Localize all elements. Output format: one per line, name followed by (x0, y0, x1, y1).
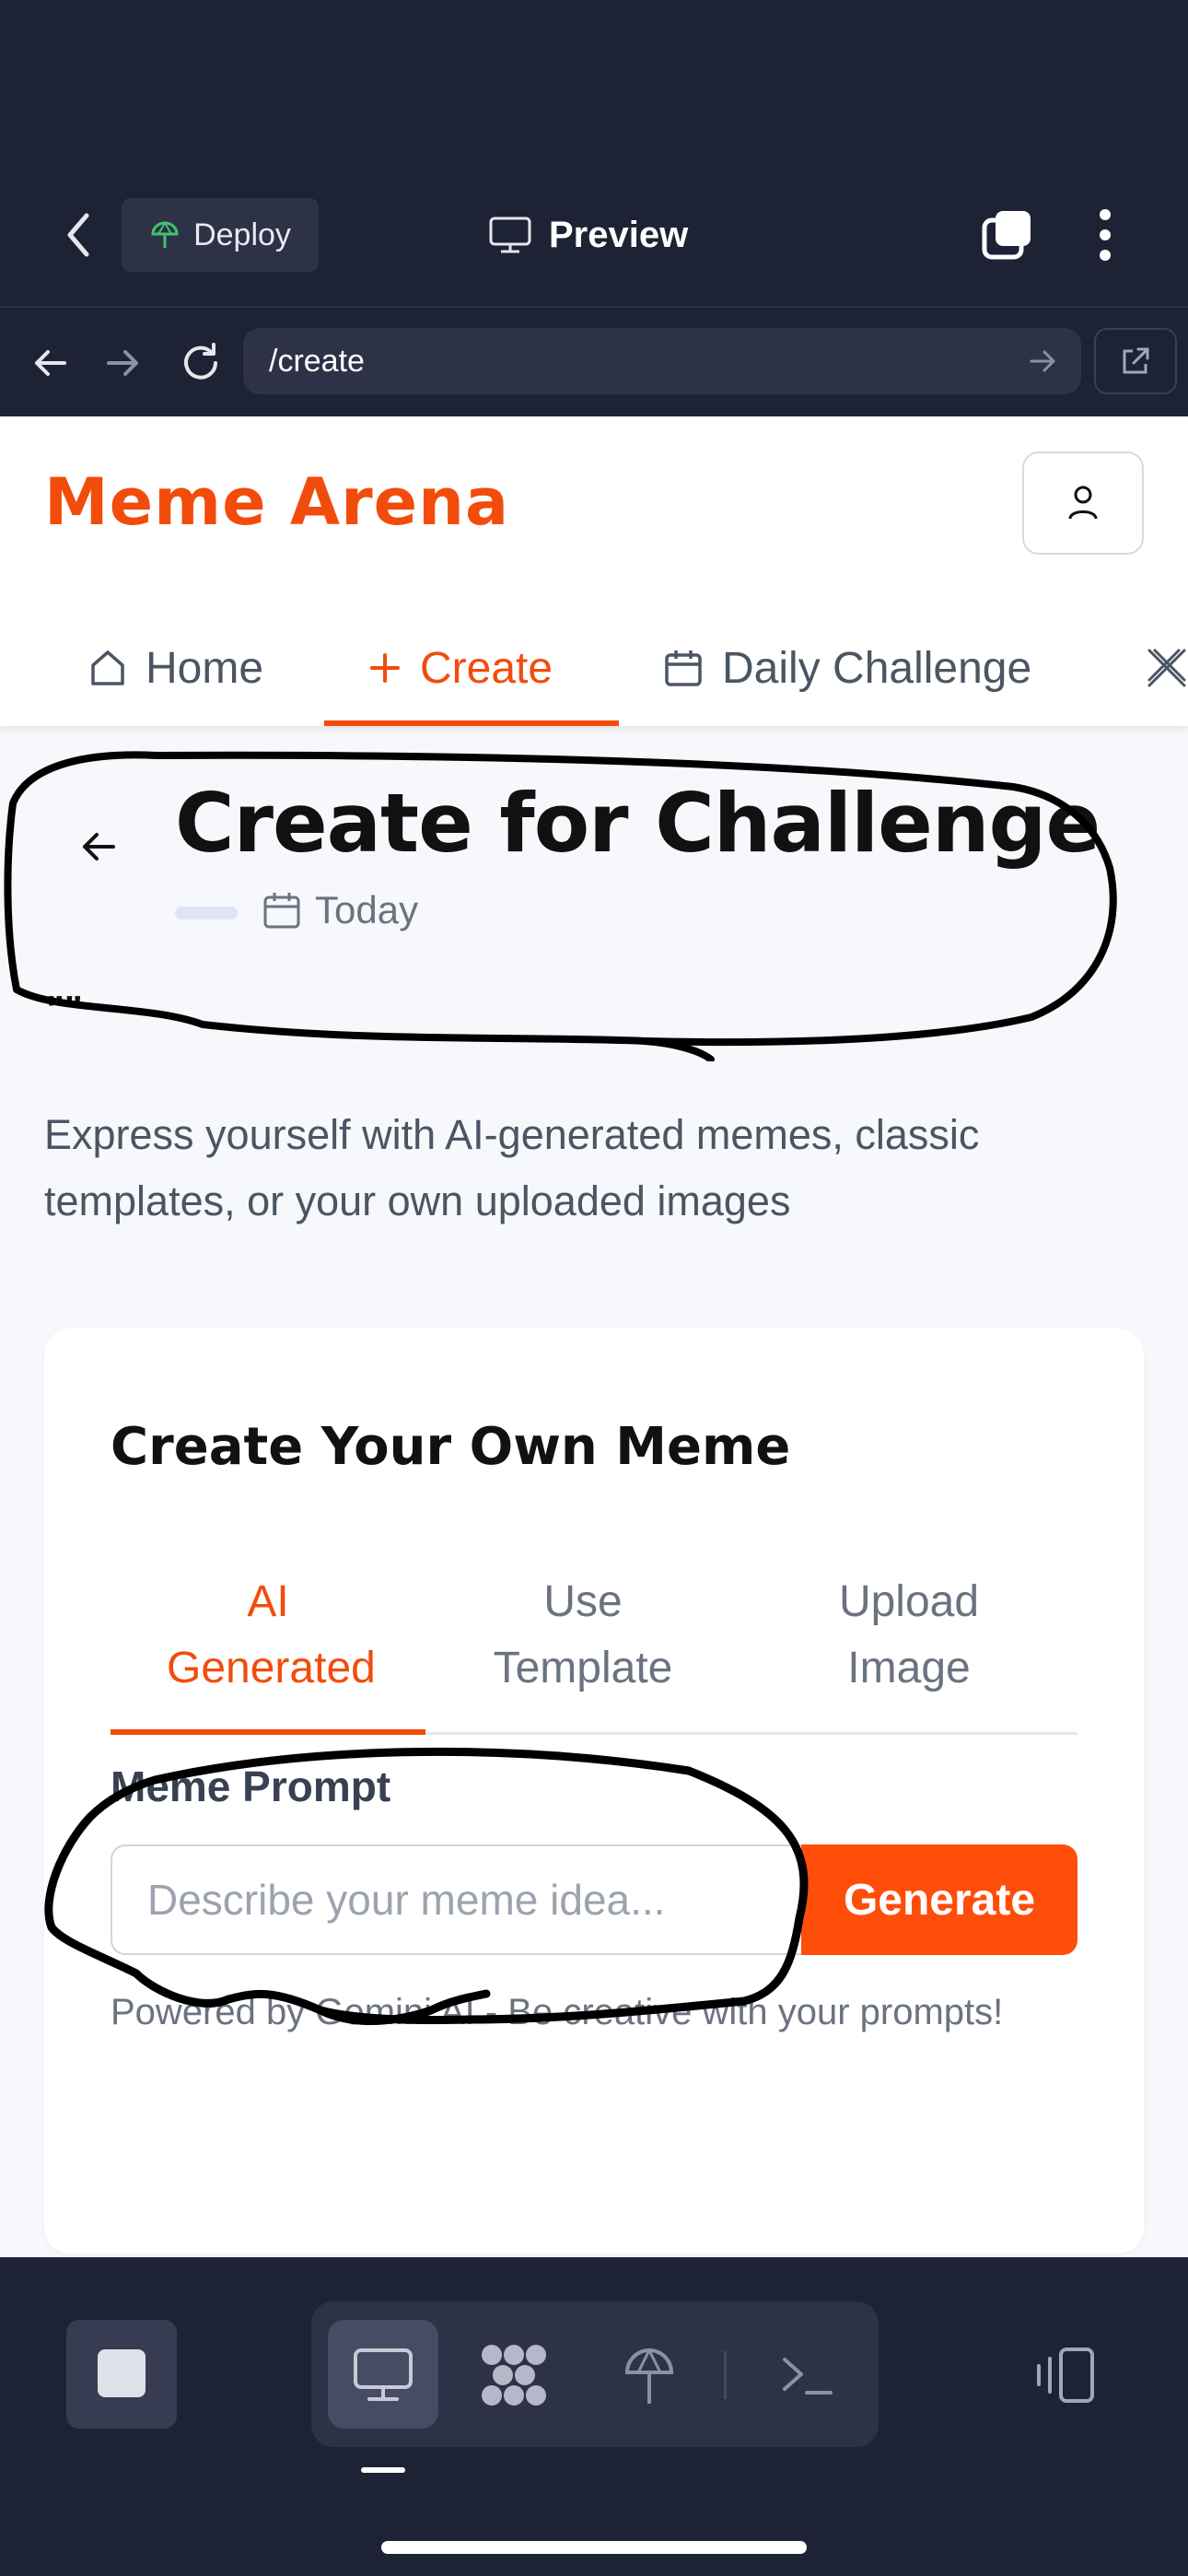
tab-home[interactable]: Home (88, 610, 263, 726)
active-view-indicator (361, 2467, 405, 2473)
tab-ai-generated-label: AI Generated (167, 1577, 376, 1692)
url-field[interactable]: /create (243, 328, 1081, 394)
back-chevron-icon[interactable] (55, 205, 101, 265)
stop-icon (98, 2349, 146, 2397)
tab-home-label: Home (146, 643, 264, 693)
tab-use-template-label: Use Template (493, 1577, 673, 1692)
preview-title: Preview (488, 203, 688, 267)
generate-button[interactable]: Generate (801, 1844, 1077, 1955)
more-vertical-icon[interactable] (1077, 203, 1133, 267)
tabs-icon[interactable] (974, 203, 1039, 267)
tab-create[interactable]: Create (368, 610, 553, 726)
deploy-button[interactable]: Deploy (122, 198, 319, 272)
desktop-icon (346, 2346, 420, 2405)
tab-use-template[interactable]: Use Template (425, 1539, 740, 1732)
apps-icon[interactable] (475, 2342, 553, 2408)
user-icon (1067, 485, 1099, 521)
reload-icon[interactable] (171, 334, 230, 392)
close-icon[interactable] (1146, 636, 1188, 700)
devices-icon[interactable] (1030, 2340, 1100, 2410)
tab-upload-image-label: Upload Image (838, 1577, 980, 1692)
user-menu-button[interactable] (1022, 451, 1144, 555)
web-page: Meme Arena Home Create Daily Challenge C… (0, 416, 1188, 2257)
terminal-icon[interactable] (770, 2346, 844, 2405)
plus-icon (368, 651, 402, 685)
arrow-right-icon[interactable] (96, 335, 151, 391)
deploy-label: Deploy (193, 217, 291, 252)
annotation-scribble-heading (4, 751, 1117, 1061)
active-tab-indicator (324, 720, 619, 726)
brand-logo[interactable]: Meme Arena (44, 464, 509, 540)
home-icon (88, 649, 127, 687)
go-arrow-icon[interactable] (1022, 345, 1065, 378)
arrow-left-icon[interactable] (22, 335, 77, 391)
deploy-icon (149, 219, 181, 251)
calendar-icon (663, 648, 704, 688)
deploy-icon[interactable] (615, 2340, 683, 2410)
active-mode-indicator (111, 1729, 425, 1735)
preview-label: Preview (549, 214, 689, 255)
external-link-icon (1120, 345, 1151, 377)
tab-daily-challenge[interactable]: Daily Challenge (663, 610, 1031, 726)
open-external-button[interactable] (1094, 328, 1177, 394)
toolbar-divider (724, 2351, 727, 2399)
page-description: Express yourself with AI-generated memes… (44, 1111, 980, 1224)
create-meme-card: Create Your Own Meme AI Generated Use Te… (44, 1329, 1144, 2254)
tab-daily-challenge-label: Daily Challenge (722, 643, 1032, 693)
url-text: /create (269, 343, 365, 379)
tab-ai-generated[interactable]: AI Generated (111, 1539, 425, 1732)
tab-create-label: Create (420, 643, 553, 693)
monitor-icon (488, 216, 532, 254)
annotation-scribble-prompt (44, 1747, 809, 2026)
home-indicator[interactable] (381, 2541, 807, 2554)
tab-upload-image[interactable]: Upload Image (740, 1539, 1077, 1732)
card-title: Create Your Own Meme (111, 1417, 791, 1477)
